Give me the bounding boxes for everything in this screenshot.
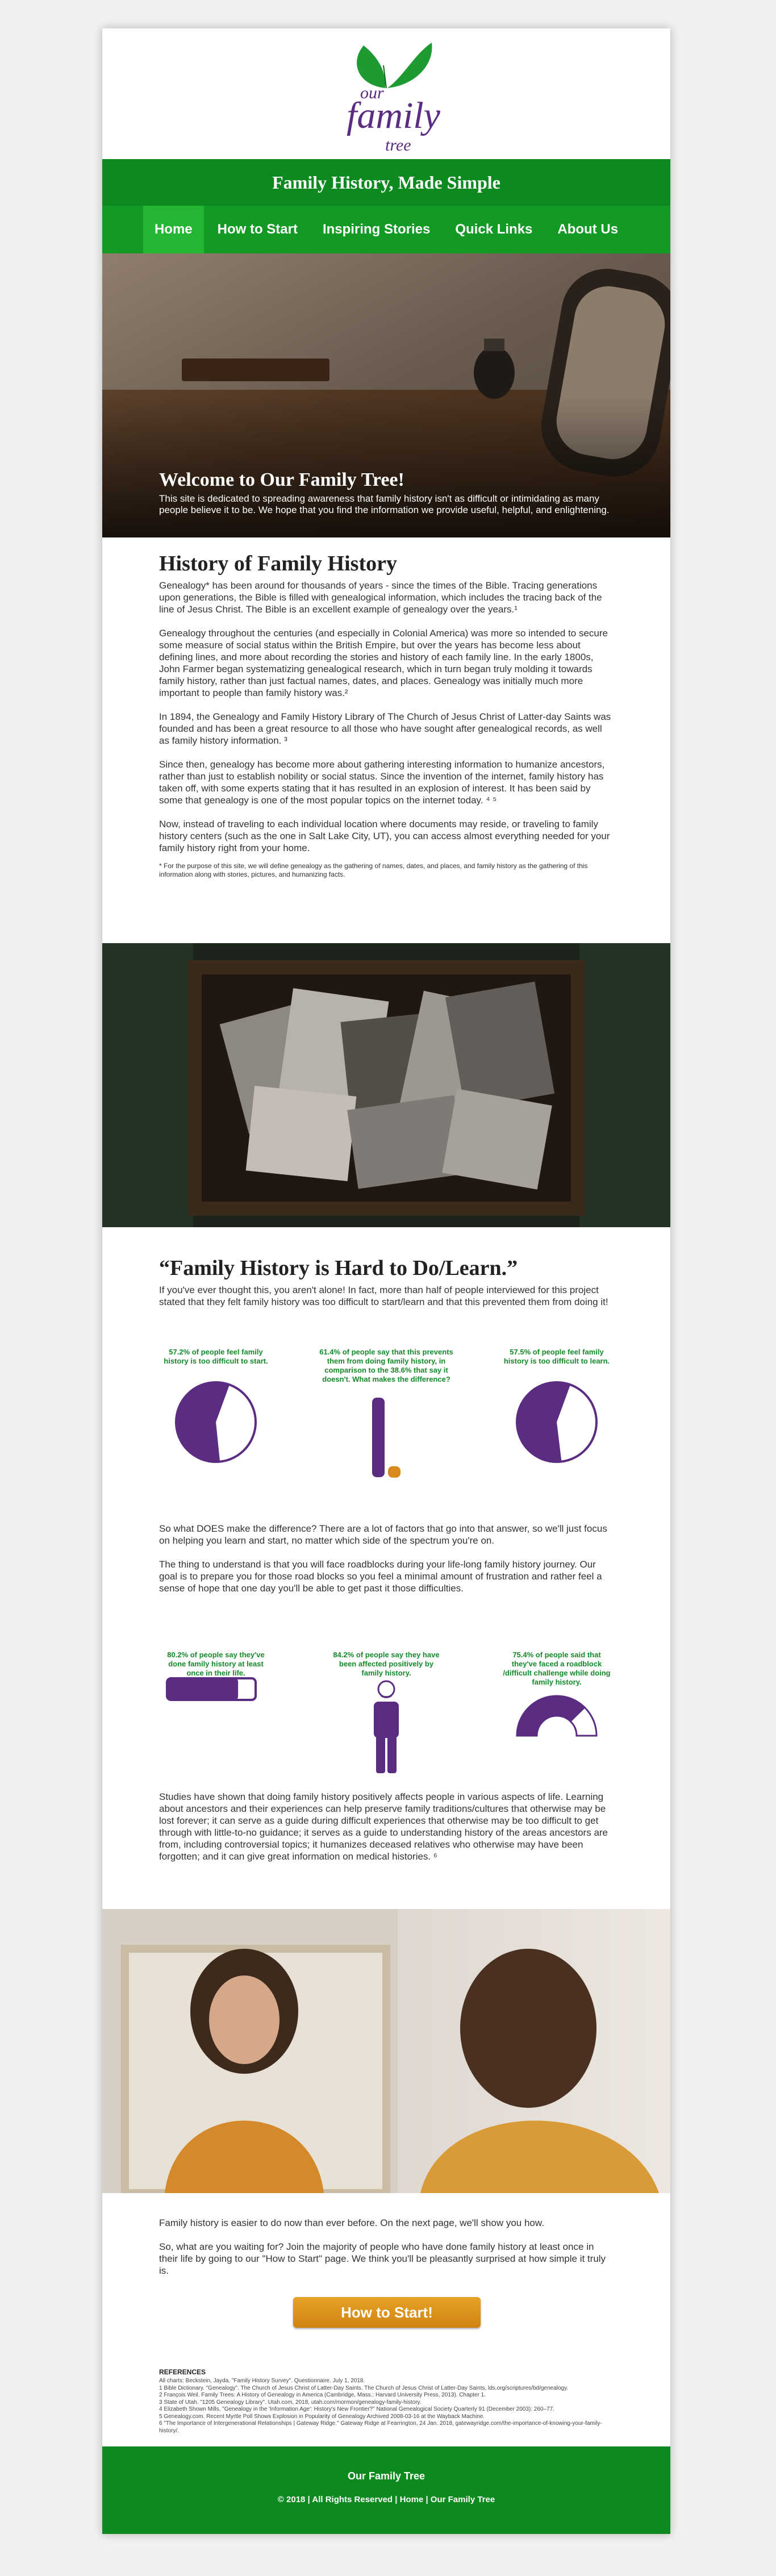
hard-mid-text: So what DOES make the difference? There … [159, 1523, 614, 1594]
history-p1: Genealogy* has been around for thousands… [159, 580, 602, 615]
photos-box-image [102, 943, 670, 1227]
stat2-caption: 61.4% of people say that this prevents t… [319, 1348, 453, 1383]
reference-line: All charts: Beckstein, Jayda. "Family Hi… [159, 2378, 365, 2384]
closing-section: Family history is easier to do now than … [159, 2217, 614, 2277]
footer: Our Family Tree © 2018 | All Rights Rese… [102, 2446, 670, 2534]
history-p4: Since then, genealogy has become more ab… [159, 759, 605, 806]
stat1-caption: 57.2% of people feel family history is t… [164, 1348, 268, 1365]
stat6-caption: 75.4% of people said that they've faced … [503, 1650, 611, 1686]
closing-p1: Family history is easier to do now than … [159, 2217, 544, 2228]
history-p3: In 1894, the Genealogy and Family Histor… [159, 711, 611, 746]
logo-tree: tree [385, 136, 411, 155]
reference-line: 6 "The Importance of Intergenerational R… [159, 2420, 602, 2434]
hero-text: This site is dedicated to spreading awar… [159, 493, 610, 515]
main-nav: Home How to Start Inspiring Stories Quic… [102, 206, 670, 253]
references-heading: REFERENCES [159, 2368, 206, 2376]
history-p5: Now, instead of traveling to each indivi… [159, 819, 610, 853]
hard-p2: So what DOES make the difference? There … [159, 1523, 607, 1546]
nav-quick-links[interactable]: Quick Links [444, 206, 544, 253]
hero-title: Welcome to Our Family Tree! [159, 469, 404, 490]
reference-line: 1 Bible Dictionary. "Genealogy". The Chu… [159, 2385, 569, 2391]
stat6-gauge [516, 1695, 598, 1737]
reference-line: 2 François Weil. Family Trees: A History… [159, 2392, 486, 2398]
reference-line: 4 Elizabeth Shown Mills, "Genealogy in t… [159, 2406, 554, 2412]
mirror-woman-image [102, 1909, 670, 2193]
logo[interactable]: our family tree [102, 28, 670, 159]
page: our family tree Family History, Made Sim… [102, 28, 670, 2534]
nav-how-to-start[interactable]: How to Start [206, 206, 309, 253]
nav-about-us[interactable]: About Us [546, 206, 629, 253]
how-to-start-button[interactable]: How to Start! [293, 2297, 481, 2328]
stat3-caption: 57.5% of people feel family history is t… [503, 1348, 610, 1365]
reference-line: 5 Genealogy.com. Recent Myrtle Poll Show… [159, 2413, 485, 2420]
nav-home[interactable]: Home [143, 206, 204, 253]
stat5-caption: 84.2% of people say they have been affec… [333, 1650, 440, 1677]
history-footnote: * For the purpose of this site, we will … [159, 862, 588, 878]
stat2-bars [372, 1398, 400, 1478]
closing-p2: So, what are you waiting for? Join the m… [159, 2241, 606, 2276]
footer-title: Our Family Tree [347, 2470, 425, 2482]
hard-p3: The thing to understand is that you will… [159, 1559, 602, 1594]
references: REFERENCES All charts: Beckstein, Jayda.… [159, 2368, 614, 2435]
hard-bottom-text: Studies have shown that doing family his… [159, 1791, 614, 1862]
logo-family: family [347, 95, 441, 136]
stat1-pie [175, 1381, 257, 1463]
tagline-bar: Family History, Made Simple [102, 159, 670, 206]
history-section: History of Family History Genealogy* has… [159, 551, 614, 879]
history-p2: Genealogy throughout the centuries (and … [159, 628, 608, 698]
stat4-bar [166, 1677, 257, 1701]
stat4-caption: 80.2% of people say they've done family … [167, 1650, 265, 1677]
hero-section: Welcome to Our Family Tree! This site is… [102, 253, 670, 537]
hard-section: “Family History is Hard to Do/Learn.” If… [159, 1256, 614, 1308]
hard-p1: If you've ever thought this, you aren't … [159, 1285, 608, 1307]
hard-p4: Studies have shown that doing family his… [159, 1791, 608, 1862]
footer-links[interactable]: © 2018 | All Rights Reserved | Home | Ou… [102, 2495, 670, 2504]
leaves-icon: our family tree [347, 43, 441, 155]
nav-inspiring-stories[interactable]: Inspiring Stories [311, 206, 441, 253]
reference-line: 3 State of Utah. "1205 Genealogy Library… [159, 2399, 422, 2406]
stat5-person-icon [374, 1680, 399, 1773]
stat3-pie [516, 1381, 598, 1463]
hard-heading: “Family History is Hard to Do/Learn.” [159, 1256, 518, 1280]
history-heading: History of Family History [159, 552, 397, 576]
